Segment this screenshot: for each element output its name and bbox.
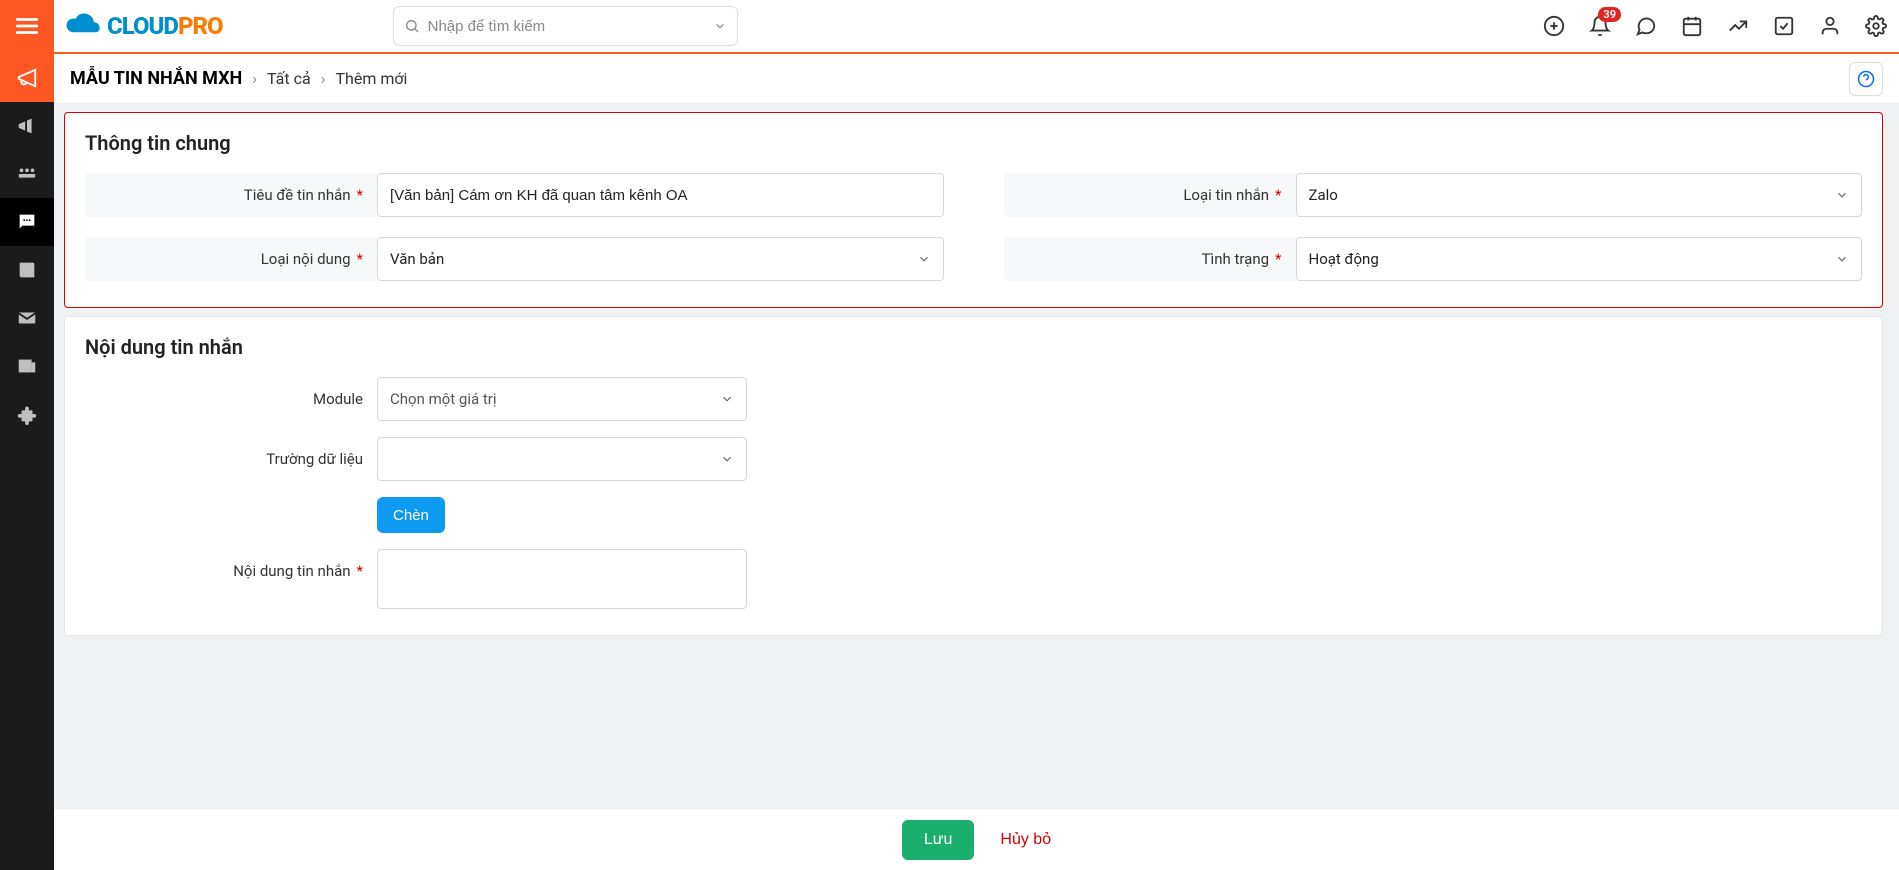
label-module: Module: [313, 390, 363, 408]
calendar-icon[interactable]: [1681, 15, 1703, 37]
required-mark: *: [357, 250, 363, 268]
sidebar-item-news-icon[interactable]: [0, 342, 54, 390]
bell-icon[interactable]: 39: [1589, 15, 1611, 37]
required-mark: *: [357, 562, 363, 580]
select-content-type-value: Văn bản: [390, 250, 444, 268]
cancel-button[interactable]: Hủy bỏ: [1000, 831, 1051, 849]
search-wrap: [393, 6, 738, 46]
sidebar-item-message-icon[interactable]: [0, 198, 54, 246]
required-mark: *: [1275, 186, 1281, 204]
user-icon[interactable]: [1819, 15, 1841, 37]
sidebar-item-book-icon[interactable]: [0, 246, 54, 294]
panel-content-title: Nội dung tin nhắn: [65, 317, 1882, 377]
select-message-type-value: Zalo: [1309, 186, 1338, 204]
chevron-right-icon: ›: [252, 69, 257, 88]
sidebar-item-announce-icon[interactable]: [0, 102, 54, 150]
add-icon[interactable]: [1543, 15, 1565, 37]
select-status[interactable]: Hoạt động: [1296, 237, 1863, 281]
save-button[interactable]: Lưu: [902, 820, 975, 860]
row-message-type: Loại tin nhắn * Zalo: [1004, 173, 1863, 217]
content-scroll[interactable]: Thông tin chung Tiêu đề tin nhắn *: [54, 104, 1899, 870]
chat-icon[interactable]: [1635, 15, 1657, 37]
footer-actions: Lưu Hủy bỏ: [54, 808, 1899, 870]
topbar-actions: 39: [1543, 15, 1887, 37]
brand-logo[interactable]: CLOUDPRO: [64, 12, 223, 40]
sidebar-item-campaign-icon[interactable]: [0, 54, 54, 102]
task-icon[interactable]: [1773, 15, 1795, 37]
chevron-down-icon: [917, 252, 931, 266]
panel-general-info: Thông tin chung Tiêu đề tin nhắn *: [64, 112, 1883, 308]
chart-icon[interactable]: [1727, 15, 1749, 37]
select-module[interactable]: Chọn một giá trị: [377, 377, 747, 421]
row-field: Trường dữ liệu: [85, 437, 1862, 481]
label-message-title: Tiêu đề tin nhắn: [244, 186, 351, 204]
input-body[interactable]: [377, 549, 747, 609]
help-button[interactable]: [1849, 62, 1883, 96]
label-content-type: Loại nội dung: [261, 250, 351, 268]
left-sidebar: [0, 54, 54, 870]
row-body: Nội dung tin nhắn *: [85, 549, 1862, 609]
select-module-placeholder: Chọn một giá trị: [390, 390, 497, 408]
gear-icon[interactable]: [1865, 15, 1887, 37]
row-status: Tình trạng * Hoạt động: [1004, 237, 1863, 281]
label-message-type: Loại tin nhắn: [1183, 186, 1269, 204]
select-message-type[interactable]: Zalo: [1296, 173, 1863, 217]
row-module: Module Chọn một giá trị: [85, 377, 1862, 421]
main: MẪU TIN NHẮN MXH › Tất cả › Thêm mới Thô…: [54, 54, 1899, 870]
breadcrumb-module[interactable]: MẪU TIN NHẮN MXH: [70, 68, 242, 89]
label-body: Nội dung tin nhắn: [233, 562, 350, 580]
chevron-down-icon: [1835, 188, 1849, 202]
hamburger-button[interactable]: [0, 0, 54, 53]
breadcrumb-all[interactable]: Tất cả: [267, 69, 311, 88]
select-field[interactable]: [377, 437, 747, 481]
label-status: Tình trạng: [1202, 250, 1270, 268]
row-content-type: Loại nội dung * Văn bản: [85, 237, 944, 281]
insert-button[interactable]: Chèn: [377, 497, 445, 533]
required-mark: *: [1275, 250, 1281, 268]
chevron-down-icon: [720, 392, 734, 406]
notif-badge: 39: [1598, 7, 1621, 22]
label-field: Trường dữ liệu: [266, 450, 363, 468]
panel-general-title: Thông tin chung: [65, 113, 1882, 173]
row-insert: Chèn: [85, 497, 1862, 533]
select-content-type[interactable]: Văn bản: [377, 237, 944, 281]
chevron-down-icon: [1835, 252, 1849, 266]
required-mark: *: [357, 186, 363, 204]
topbar: CLOUDPRO 39: [0, 0, 1899, 54]
sidebar-item-mail-icon[interactable]: [0, 294, 54, 342]
search-input[interactable]: [428, 18, 705, 35]
input-message-title[interactable]: [377, 173, 944, 217]
sidebar-item-plugin-icon[interactable]: [0, 390, 54, 438]
breadcrumb-current: Thêm mới: [335, 69, 407, 88]
breadcrumb-bar: MẪU TIN NHẮN MXH › Tất cả › Thêm mới: [54, 54, 1899, 104]
row-message-title: Tiêu đề tin nhắn *: [85, 173, 944, 217]
sidebar-item-group-icon[interactable]: [0, 150, 54, 198]
select-status-value: Hoạt động: [1309, 250, 1379, 268]
chevron-down-icon: [720, 452, 734, 466]
panel-message-content: Nội dung tin nhắn Module Chọn một giá tr…: [64, 316, 1883, 636]
chevron-right-icon: ›: [321, 69, 326, 88]
global-search[interactable]: [393, 6, 738, 46]
